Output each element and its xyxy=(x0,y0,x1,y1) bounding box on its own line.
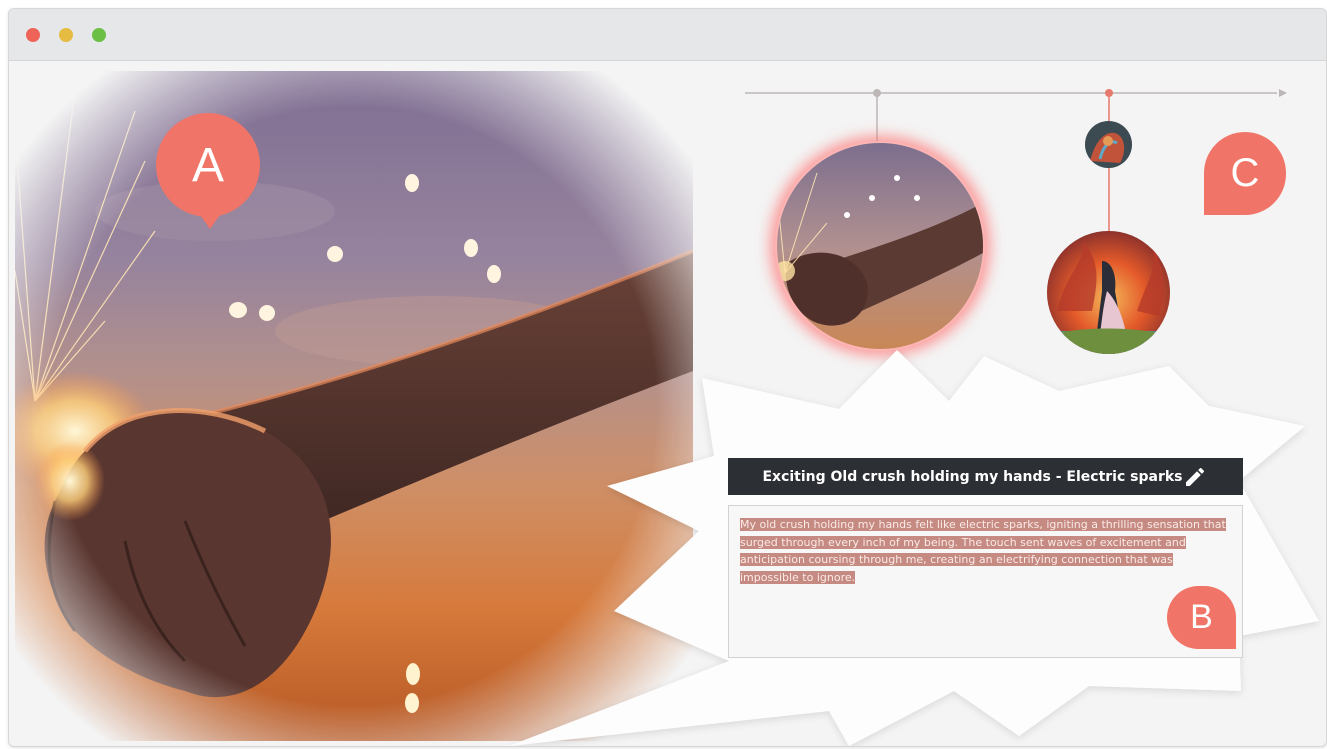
entry-description-box[interactable]: My old crush holding my hands felt like … xyxy=(728,505,1243,658)
main-image-holding-hands xyxy=(15,71,693,741)
timeline-thumbnail-selected[interactable] xyxy=(775,141,985,351)
close-window-button[interactable] xyxy=(26,28,40,42)
entry-title[interactable]: Exciting Old crush holding my hands - El… xyxy=(762,469,1182,485)
timeline-thumbnail-small[interactable] xyxy=(1085,121,1132,168)
marker-b-label: B xyxy=(1190,598,1213,636)
app-window: A C Exciting Old crush holding my hands … xyxy=(8,8,1327,747)
marker-c-label: C xyxy=(1230,151,1260,195)
window-titlebar xyxy=(9,9,1326,61)
timeline-thumbnail-couple[interactable] xyxy=(1047,231,1170,354)
entry-title-bar: Exciting Old crush holding my hands - El… xyxy=(728,458,1243,495)
marker-b-badge: B xyxy=(1167,586,1236,649)
main-content: A C Exciting Old crush holding my hands … xyxy=(9,61,1326,746)
marker-a-badge: A xyxy=(156,113,260,229)
entry-description[interactable]: My old crush holding my hands felt like … xyxy=(740,518,1226,584)
maximize-window-button[interactable] xyxy=(92,28,106,42)
minimize-window-button[interactable] xyxy=(59,28,73,42)
marker-a-label: A xyxy=(191,138,224,192)
pencil-icon[interactable] xyxy=(1183,465,1207,489)
marker-c-badge: C xyxy=(1204,132,1286,215)
